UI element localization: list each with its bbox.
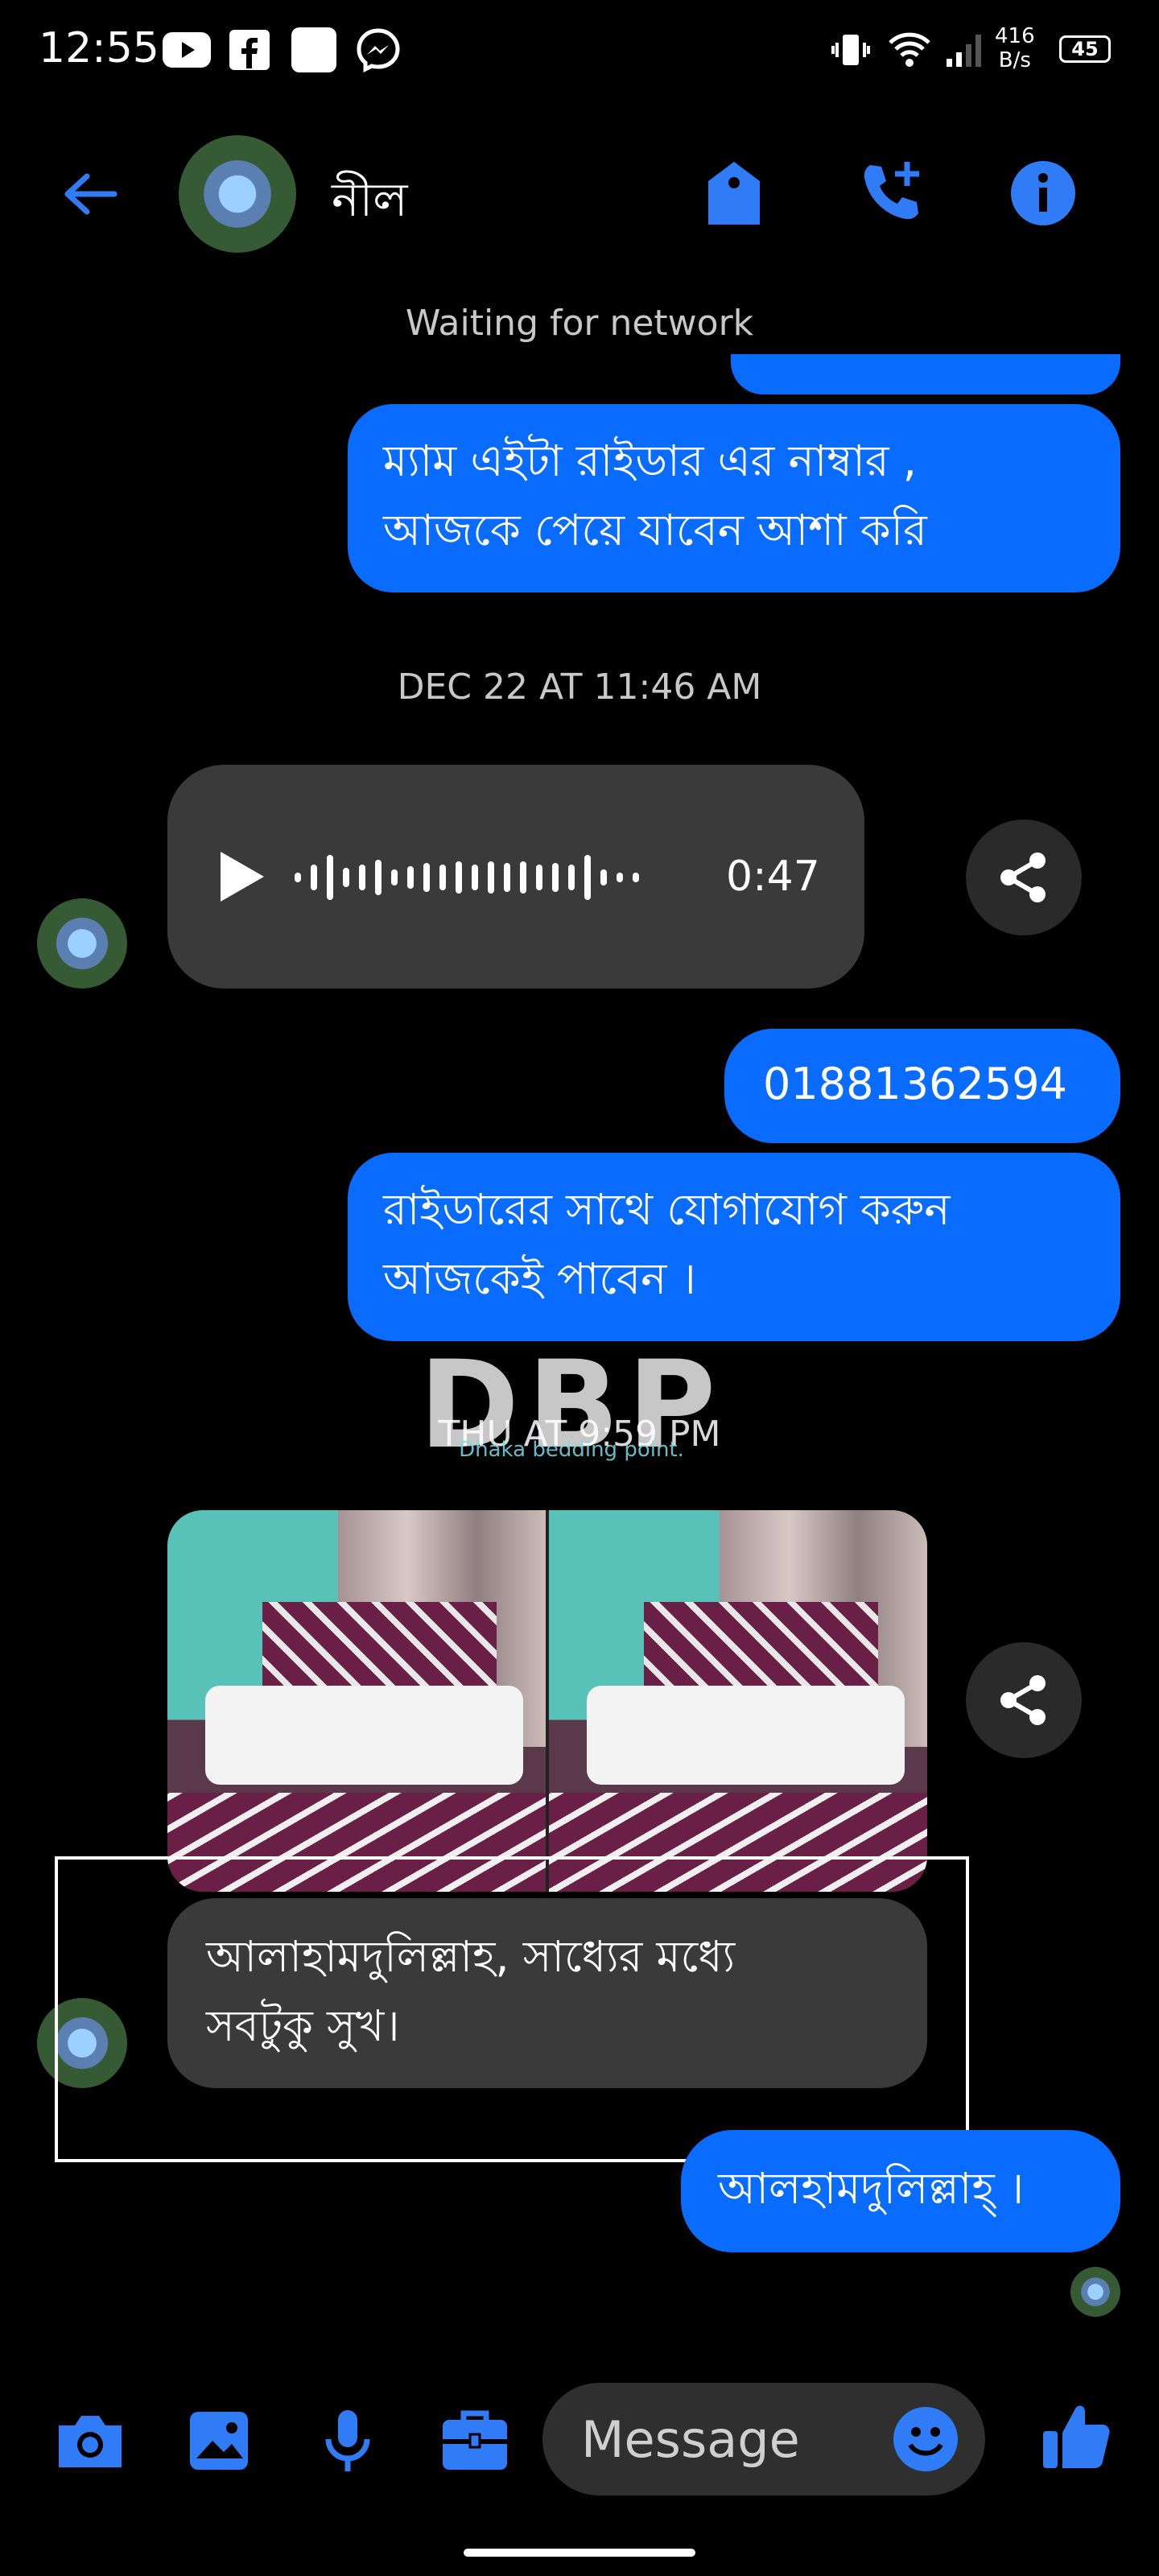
contact-avatar-small[interactable] bbox=[37, 898, 127, 989]
read-receipt-avatar bbox=[1070, 2267, 1120, 2317]
photo-right bbox=[546, 1510, 927, 1892]
voice-message-bubble[interactable]: 0:47 bbox=[167, 765, 864, 989]
message-timestamp: DEC 22 AT 11:46 AM bbox=[397, 667, 762, 708]
previous-message-bubble[interactable] bbox=[731, 354, 1120, 394]
camera-icon[interactable] bbox=[50, 2401, 130, 2481]
outgoing-message-bubble[interactable]: আলহামদুলিল্লাহ্ । bbox=[681, 2130, 1120, 2252]
messenger-icon bbox=[353, 27, 404, 72]
contact-name[interactable]: নীল bbox=[332, 164, 407, 242]
briefcase-icon[interactable] bbox=[435, 2401, 515, 2481]
play-icon[interactable] bbox=[216, 848, 267, 925]
highlight-box bbox=[55, 1856, 969, 2162]
photo-mattress bbox=[205, 1686, 523, 1785]
network-status: Waiting for network bbox=[405, 303, 754, 344]
waveform[interactable] bbox=[295, 837, 665, 938]
contact-avatar[interactable] bbox=[179, 135, 296, 253]
back-arrow-icon[interactable] bbox=[50, 158, 130, 230]
signal-icon bbox=[943, 27, 988, 72]
status-time: 12:55 bbox=[39, 24, 159, 72]
photo-mattress bbox=[587, 1686, 905, 1785]
add-call-icon[interactable] bbox=[850, 153, 930, 233]
outgoing-message-bubble[interactable]: ম্যাম এইটা রাইডার এর নাম্বার , আজকে পেয়… bbox=[348, 404, 1120, 592]
app-square-icon bbox=[290, 27, 338, 72]
shared-photo[interactable] bbox=[167, 1510, 927, 1892]
message-placeholder[interactable]: Message bbox=[581, 2410, 800, 2469]
info-icon[interactable] bbox=[1003, 153, 1083, 233]
vibrate-icon bbox=[829, 27, 872, 72]
youtube-icon bbox=[161, 27, 212, 72]
voice-duration: 0:47 bbox=[726, 852, 820, 901]
network-speed: 416 B/s bbox=[995, 24, 1035, 72]
outgoing-message-bubble[interactable]: রাইডারের সাথে যোগাযোগ করুন আজকেই পাবেন । bbox=[348, 1153, 1120, 1341]
share-icon[interactable] bbox=[966, 819, 1082, 935]
photo-left bbox=[167, 1510, 546, 1892]
battery-indicator: 45 bbox=[1059, 35, 1111, 63]
network-speed-unit: B/s bbox=[998, 48, 1031, 72]
home-indicator[interactable] bbox=[464, 2549, 695, 2557]
emoji-icon[interactable] bbox=[887, 2401, 964, 2478]
microphone-icon[interactable] bbox=[307, 2401, 388, 2481]
gallery-icon[interactable] bbox=[179, 2401, 259, 2481]
tag-icon[interactable] bbox=[694, 153, 774, 233]
network-speed-value: 416 bbox=[995, 24, 1035, 48]
thumbs-up-icon[interactable] bbox=[1035, 2396, 1116, 2476]
share-icon[interactable] bbox=[966, 1642, 1082, 1758]
wifi-icon bbox=[885, 27, 934, 72]
phone-number-bubble[interactable]: 01881362594 bbox=[724, 1029, 1120, 1143]
watermark: DBP Dhaka bedding point. bbox=[386, 1345, 757, 1466]
facebook-icon bbox=[227, 27, 272, 72]
